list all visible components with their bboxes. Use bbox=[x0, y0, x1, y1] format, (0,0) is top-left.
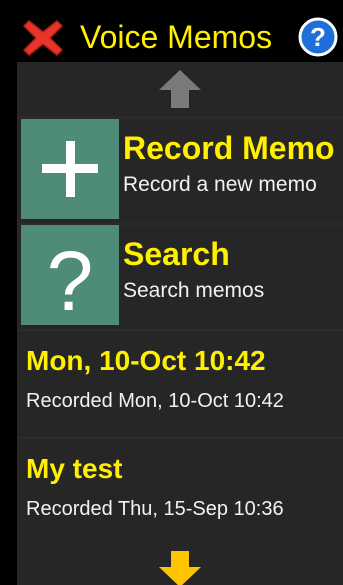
svg-text:?: ? bbox=[310, 22, 326, 52]
plus-icon bbox=[42, 141, 98, 197]
memo-title: My test bbox=[26, 453, 123, 484]
help-icon: ? bbox=[298, 17, 338, 57]
title-bar: Voice Memos ? bbox=[17, 0, 343, 62]
close-icon bbox=[23, 20, 63, 56]
memo-recorded-date: Recorded Mon, 10-Oct 10:42 bbox=[26, 390, 284, 412]
scroll-up-button[interactable] bbox=[17, 62, 343, 116]
voice-memos-app: Voice Memos ? Record Memo Record a new m… bbox=[17, 0, 343, 585]
help-button[interactable]: ? bbox=[298, 17, 338, 57]
record-memo-description: Record a new memo bbox=[123, 173, 317, 196]
arrow-down-icon bbox=[159, 551, 201, 585]
memo-title: Mon, 10-Oct 10:42 bbox=[26, 345, 266, 376]
search-tile: ? bbox=[21, 225, 119, 325]
record-memo-label: Record Memo bbox=[123, 130, 335, 166]
app-title: Voice Memos bbox=[80, 19, 273, 55]
svg-text:?: ? bbox=[47, 234, 94, 325]
question-mark-icon: ? bbox=[47, 234, 94, 325]
memo-recorded-date: Recorded Thu, 15-Sep 10:36 bbox=[26, 498, 284, 520]
close-button[interactable] bbox=[21, 17, 65, 59]
arrow-up-icon bbox=[159, 70, 201, 108]
search-description: Search memos bbox=[123, 279, 265, 302]
memo-list-item[interactable]: My test Recorded Thu, 15-Sep 10:36 bbox=[17, 439, 343, 545]
search-item[interactable]: ? Search Search memos bbox=[17, 225, 343, 329]
search-label: Search bbox=[123, 236, 230, 272]
scroll-down-button[interactable] bbox=[17, 545, 343, 585]
record-memo-item[interactable]: Record Memo Record a new memo bbox=[17, 119, 343, 223]
memo-list-item[interactable]: Mon, 10-Oct 10:42 Recorded Mon, 10-Oct 1… bbox=[17, 331, 343, 437]
record-memo-tile bbox=[21, 119, 119, 219]
